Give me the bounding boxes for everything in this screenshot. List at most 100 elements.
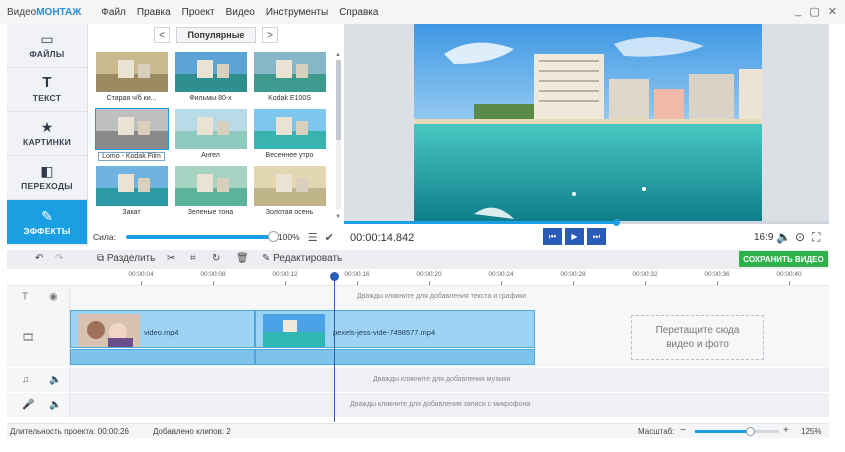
effect-item[interactable]: Фильмы 80-х: [173, 52, 248, 109]
timeline-ruler[interactable]: 00:00:04 00:00:08 00:00:12 00:00:16 00:00:20…: [7, 269, 829, 286]
transport-bar: 00:00:14.842 ⏮ ▶ ⏭ 16:9 🔈 ⊙ ⛶: [344, 224, 829, 250]
text-track-area[interactable]: Дважды кликните для добавления текста и …: [70, 286, 829, 308]
effect-item[interactable]: Ангел: [173, 109, 248, 166]
minimize-button[interactable]: _: [795, 5, 801, 18]
effect-item[interactable]: Закат: [94, 166, 169, 223]
scroll-down-icon[interactable]: ▼: [335, 214, 341, 220]
menu-tools[interactable]: Инструменты: [266, 7, 328, 18]
music-note-icon: ♫: [22, 374, 30, 386]
sidebar-tab-pictures[interactable]: ★ КАРТИНКИ: [7, 112, 87, 156]
volume-icon[interactable]: 🔈: [776, 230, 791, 244]
adjust-icon[interactable]: ☰: [308, 231, 318, 244]
menu-project[interactable]: Проект: [182, 7, 215, 18]
undo-icon[interactable]: ↶: [35, 253, 43, 264]
clip-name: video.mp4: [144, 328, 179, 337]
ruler-tick-label: 00:00:16: [344, 271, 370, 278]
strength-value: 100%: [277, 232, 300, 242]
scroll-up-icon[interactable]: ▲: [335, 52, 341, 58]
video-clip-2[interactable]: pexels-jess-vide-7498577.mp4: [255, 310, 535, 348]
effect-thumbnail: [174, 109, 247, 149]
menu-help[interactable]: Справка: [339, 7, 378, 18]
snapshot-icon[interactable]: ⊙: [795, 230, 805, 244]
effect-label: Ангел: [201, 152, 220, 159]
effect-item[interactable]: Зеленые тона: [173, 166, 248, 223]
strength-slider[interactable]: [125, 231, 279, 242]
project-duration: Длительность проекта: 00:00:26: [10, 427, 129, 436]
music-track-area[interactable]: Дважды кликните для добавления музыки: [70, 368, 829, 392]
ruler-tick-label: 00:00:04: [128, 271, 154, 278]
zoom-in-button[interactable]: +: [783, 425, 789, 436]
sidebar-tab-label: КАРТИНКИ: [22, 137, 72, 147]
text-track-hint: Дважды кликните для добавления текста и …: [357, 293, 527, 300]
close-button[interactable]: ✕: [828, 5, 837, 18]
effect-label: Kodak E100S: [268, 95, 311, 102]
play-button[interactable]: ▶: [565, 228, 584, 245]
ruler-tick-label: 00:00:32: [632, 271, 658, 278]
zoom-out-button[interactable]: −: [680, 425, 686, 436]
audio-subtrack-1[interactable]: [70, 349, 255, 365]
rotate-icon[interactable]: ↻: [212, 253, 220, 264]
timecode: 00:00:14.842: [350, 232, 415, 244]
aspect-ratio[interactable]: 16:9: [754, 232, 773, 243]
delete-icon[interactable]: 🗑: [236, 253, 249, 264]
text-track-header: T ◉: [7, 286, 70, 308]
audio-subtrack-2[interactable]: [255, 349, 535, 365]
mic-track: 🎤 🔈 Дважды кликните для добавления запис…: [7, 393, 829, 417]
mic-track-area[interactable]: Дважды кликните для добавления записи с …: [70, 393, 829, 417]
effect-item[interactable]: Старая ч/б ки...: [94, 52, 169, 109]
volume-icon[interactable]: 🔈: [49, 400, 61, 411]
redo-icon[interactable]: ↷: [55, 253, 63, 264]
ruler-tick-label: 00:00:28: [560, 271, 586, 278]
sidebar-tab-transitions[interactable]: ◧ ПЕРЕХОДЫ: [7, 156, 87, 200]
effect-item[interactable]: Золотая осень: [252, 166, 327, 223]
scale-label: Масштаб:: [638, 427, 675, 436]
video-clip-1[interactable]: video.mp4: [70, 310, 255, 348]
scroll-thumb[interactable]: [336, 60, 341, 140]
ruler-tick-label: 00:00:40: [776, 271, 802, 278]
menu-edit[interactable]: Правка: [137, 7, 171, 18]
next-category-button[interactable]: >: [262, 27, 278, 43]
zoom-value: 125%: [801, 427, 822, 436]
effects-category-label: Популярные: [176, 27, 256, 43]
video-preview[interactable]: [414, 24, 762, 221]
sidebar-tab-text[interactable]: T ТЕКСТ: [7, 68, 87, 112]
split-button[interactable]: ⧉ Разделить: [97, 253, 155, 264]
edit-button[interactable]: ✎ Редактировать: [262, 253, 342, 264]
effect-label: Старая ч/б ки...: [106, 95, 157, 102]
sidebar-tab-effects[interactable]: ✎ ЭФФЕКТЫ: [7, 200, 87, 244]
beach-scene-image: [414, 24, 762, 221]
prev-category-button[interactable]: <: [154, 27, 170, 43]
music-track: ♫ 🔈 Дважды кликните для добавления музык…: [7, 368, 829, 392]
apply-icon[interactable]: ✔: [325, 231, 334, 244]
sidebar-tab-files[interactable]: ▭ ФАЙЛЫ: [7, 24, 87, 68]
effect-label: Фильмы 80-х: [189, 95, 232, 102]
prev-frame-button[interactable]: ⏮: [543, 228, 562, 245]
volume-icon[interactable]: 🔈: [49, 375, 61, 386]
crop-icon[interactable]: ⌗: [190, 253, 196, 264]
text-track: T ◉ Дважды кликните для добавления текст…: [7, 286, 829, 308]
next-frame-button[interactable]: ⏭: [587, 228, 606, 245]
edit-icon: ✎: [262, 253, 274, 264]
app-logo: ВидеоМОНТАЖ: [7, 6, 82, 18]
ruler-tick-label: 00:00:20: [416, 271, 442, 278]
restore-button[interactable]: ▢: [809, 5, 819, 18]
video-track-area[interactable]: video.mp4 pexels-jess-vide-7498577.mp4 П…: [70, 308, 829, 367]
video-track-icon: 🎞: [22, 332, 35, 343]
timeline-playhead[interactable]: [330, 272, 339, 422]
effect-item[interactable]: Весеннее утро: [252, 109, 327, 166]
zoom-slider-knob[interactable]: [745, 427, 755, 436]
effects-scrollbar[interactable]: ▲ ▼: [335, 52, 342, 222]
fullscreen-icon[interactable]: ⛶: [812, 230, 820, 245]
effect-label: Закат: [122, 209, 141, 216]
menu-video[interactable]: Видео: [226, 7, 255, 18]
visibility-icon[interactable]: ◉: [49, 292, 58, 303]
strength-slider-knob[interactable]: [267, 231, 279, 242]
effect-item[interactable]: Lomo - Kodak Film: [94, 108, 169, 166]
cut-icon[interactable]: ✂: [167, 253, 175, 264]
music-track-hint: Дважды кликните для добавления музыки: [373, 376, 511, 383]
drop-zone[interactable]: Перетащите сюда видео и фото: [631, 315, 764, 360]
zoom-slider[interactable]: [695, 427, 779, 436]
save-video-button[interactable]: СОХРАНИТЬ ВИДЕО: [739, 251, 828, 267]
menu-file[interactable]: Файл: [101, 7, 126, 18]
effect-item[interactable]: Kodak E100S: [252, 52, 327, 109]
